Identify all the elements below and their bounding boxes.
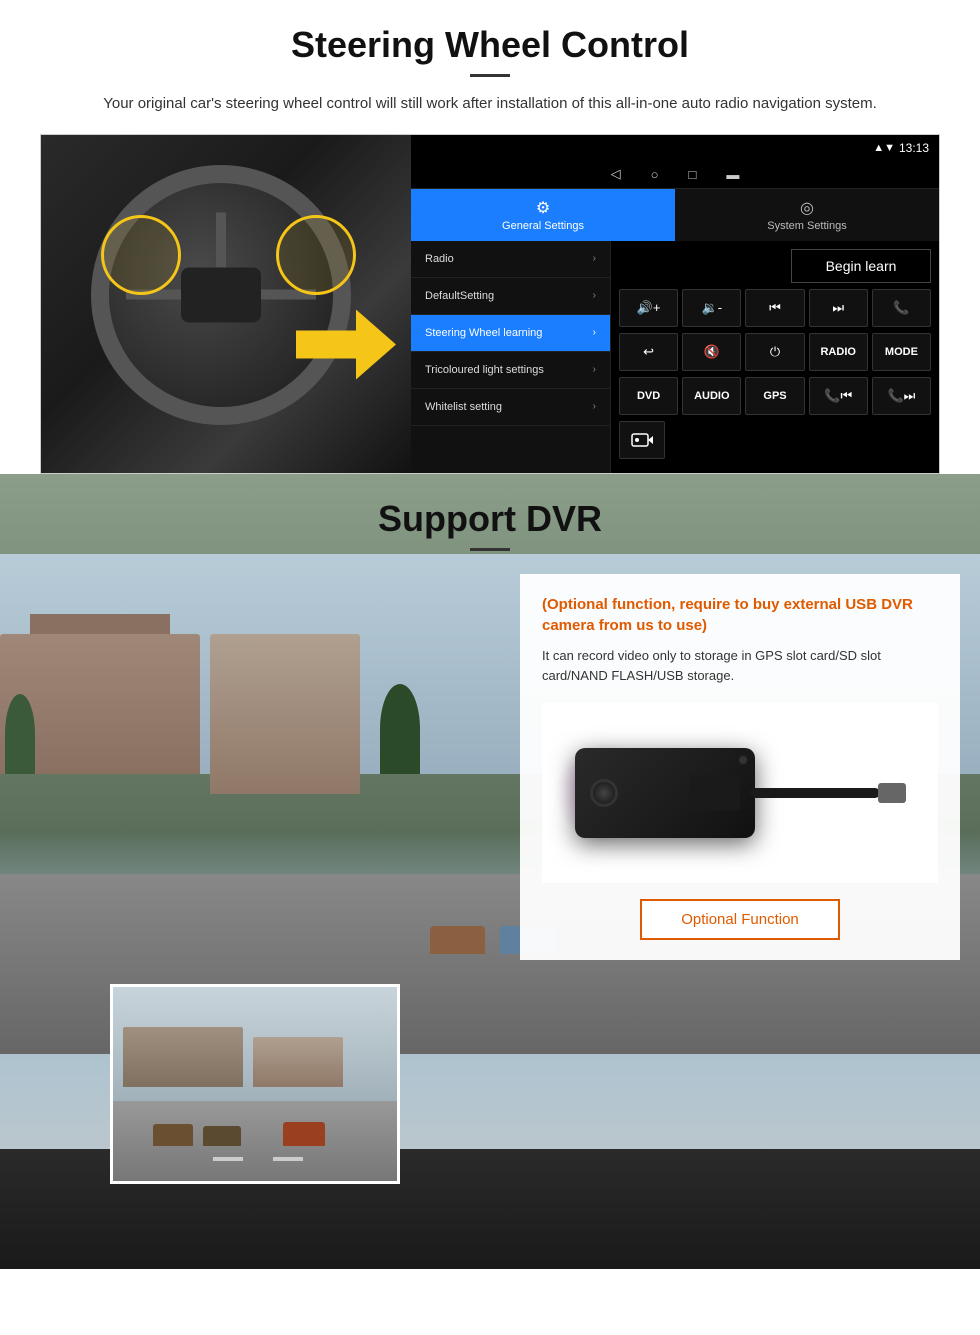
dvr-optional-text: (Optional function, require to buy exter… [542, 594, 938, 636]
vol-down-button[interactable]: 🔉- [682, 289, 741, 327]
status-time: 13:13 [899, 141, 929, 155]
menu-default-label: DefaultSetting [425, 290, 494, 302]
system-icon: ◎ [800, 198, 814, 218]
tab-general-label: General Settings [502, 220, 584, 232]
dvr-description: It can record video only to storage in G… [542, 646, 938, 688]
menu-steering-label: Steering Wheel learning [425, 327, 542, 339]
status-signal: ▲▼ [873, 142, 895, 154]
gps-button[interactable]: GPS [745, 377, 804, 415]
next-track-button[interactable]: ⏭ [809, 289, 868, 327]
settings-tabs: ⚙ General Settings ◎ System Settings [411, 189, 939, 241]
roof-1 [30, 614, 170, 634]
prev-track-button[interactable]: ⏮ [745, 289, 804, 327]
steering-wheel-photo [41, 135, 411, 474]
menu-item-whitelist[interactable]: Whitelist setting › [411, 389, 610, 426]
thumb-car3 [283, 1122, 325, 1146]
menu-whitelist-label: Whitelist setting [425, 401, 502, 413]
tree-2 [380, 684, 420, 774]
building-2 [210, 634, 360, 794]
dvr-info-card: (Optional function, require to buy exter… [520, 574, 960, 961]
thumb-line2 [273, 1157, 303, 1161]
thumb-building2 [253, 1037, 343, 1087]
menu-item-steering[interactable]: Steering Wheel learning › [411, 315, 610, 352]
chevron-icon: › [593, 290, 596, 301]
chevron-icon: › [593, 327, 596, 338]
optional-function-button[interactable]: Optional Function [640, 899, 840, 940]
highlight-right [276, 215, 356, 295]
thumb-car2 [203, 1126, 241, 1146]
spoke-top [216, 212, 226, 267]
tab-system-label: System Settings [767, 220, 846, 232]
section-description: Your original car's steering wheel contr… [60, 93, 920, 116]
dvr-title: Support DVR [0, 498, 980, 540]
tree-1 [5, 694, 35, 774]
car-1 [430, 926, 485, 954]
nav-menu-icon[interactable]: ▬ [726, 167, 739, 182]
dvd-button[interactable]: DVD [619, 377, 678, 415]
chevron-icon: › [593, 401, 596, 412]
menu-item-default[interactable]: DefaultSetting › [411, 278, 610, 315]
status-bar: ▲▼ 13:13 [411, 135, 939, 161]
back-button[interactable]: ↩ [619, 333, 678, 371]
phone-button[interactable]: 📞 [872, 289, 931, 327]
dvr-button[interactable] [619, 421, 665, 459]
dvr-section: Support DVR (Optional function, require … [0, 474, 980, 1269]
control-row-3: DVD AUDIO GPS 📞⏮ 📞⏭ [619, 377, 931, 415]
chevron-icon: › [593, 364, 596, 375]
tel-prev-button[interactable]: 📞⏮ [809, 377, 868, 415]
usb-cable-assembly [750, 783, 906, 803]
control-panel: Begin learn 🔊+ 🔉- ⏮ ⏭ 📞 ↩ 🔇 ⏻ RAD [611, 241, 939, 473]
settings-content: Radio › DefaultSetting › Steering Wheel … [411, 241, 939, 473]
steering-circle [91, 165, 351, 425]
nav-bar: ◁ ○ □ ▬ [411, 161, 939, 189]
control-row-4 [619, 421, 931, 459]
dvr-camera-image [542, 703, 938, 883]
tab-general-settings[interactable]: ⚙ General Settings [411, 189, 675, 241]
nav-back-icon[interactable]: ◁ [611, 166, 621, 182]
control-row-2: ↩ 🔇 ⏻ RADIO MODE [619, 333, 931, 371]
steering-center [181, 267, 261, 322]
tab-system-settings[interactable]: ◎ System Settings [675, 189, 939, 241]
chevron-icon: › [593, 253, 596, 264]
begin-learn-button[interactable]: Begin learn [791, 249, 931, 283]
title-divider [470, 74, 510, 77]
power-button[interactable]: ⏻ [745, 333, 804, 371]
menu-item-tricoloured[interactable]: Tricoloured light settings › [411, 352, 610, 389]
nav-recent-icon[interactable]: □ [689, 167, 697, 182]
dvr-title-divider [470, 548, 510, 551]
dvr-section-header: Support DVR [0, 474, 980, 561]
vol-up-button[interactable]: 🔊+ [619, 289, 678, 327]
audio-button[interactable]: AUDIO [682, 377, 741, 415]
ui-screenshot: ▲▼ 13:13 ◁ ○ □ ▬ ⚙ General Settings ◎ Sy… [40, 134, 940, 474]
mute-button[interactable]: 🔇 [682, 333, 741, 371]
menu-list: Radio › DefaultSetting › Steering Wheel … [411, 241, 611, 473]
menu-tricoloured-label: Tricoloured light settings [425, 364, 544, 376]
gear-icon: ⚙ [536, 198, 550, 218]
camera-body [575, 748, 755, 838]
menu-radio-label: Radio [425, 253, 454, 265]
thumb-line1 [213, 1157, 243, 1161]
steering-wheel-section: Steering Wheel Control Your original car… [0, 0, 980, 474]
camera-detail [690, 776, 740, 811]
usb-plug [878, 783, 906, 803]
camera-lens [590, 779, 618, 807]
control-row-1: 🔊+ 🔉- ⏮ ⏭ 📞 [619, 289, 931, 327]
tel-next-button[interactable]: 📞⏭ [872, 377, 931, 415]
menu-item-radio[interactable]: Radio › [411, 241, 610, 278]
camera-screw [739, 756, 747, 764]
page-title: Steering Wheel Control [40, 24, 940, 66]
thumb-car1 [153, 1124, 193, 1146]
android-ui: ▲▼ 13:13 ◁ ○ □ ▬ ⚙ General Settings ◎ Sy… [411, 135, 939, 473]
nav-home-icon[interactable]: ○ [651, 167, 659, 182]
usb-cable [750, 788, 880, 798]
mode-button[interactable]: MODE [872, 333, 931, 371]
highlight-left [101, 215, 181, 295]
thumb-building [123, 1027, 243, 1087]
radio-button[interactable]: RADIO [809, 333, 868, 371]
dvr-thumbnail-image [110, 984, 400, 1184]
